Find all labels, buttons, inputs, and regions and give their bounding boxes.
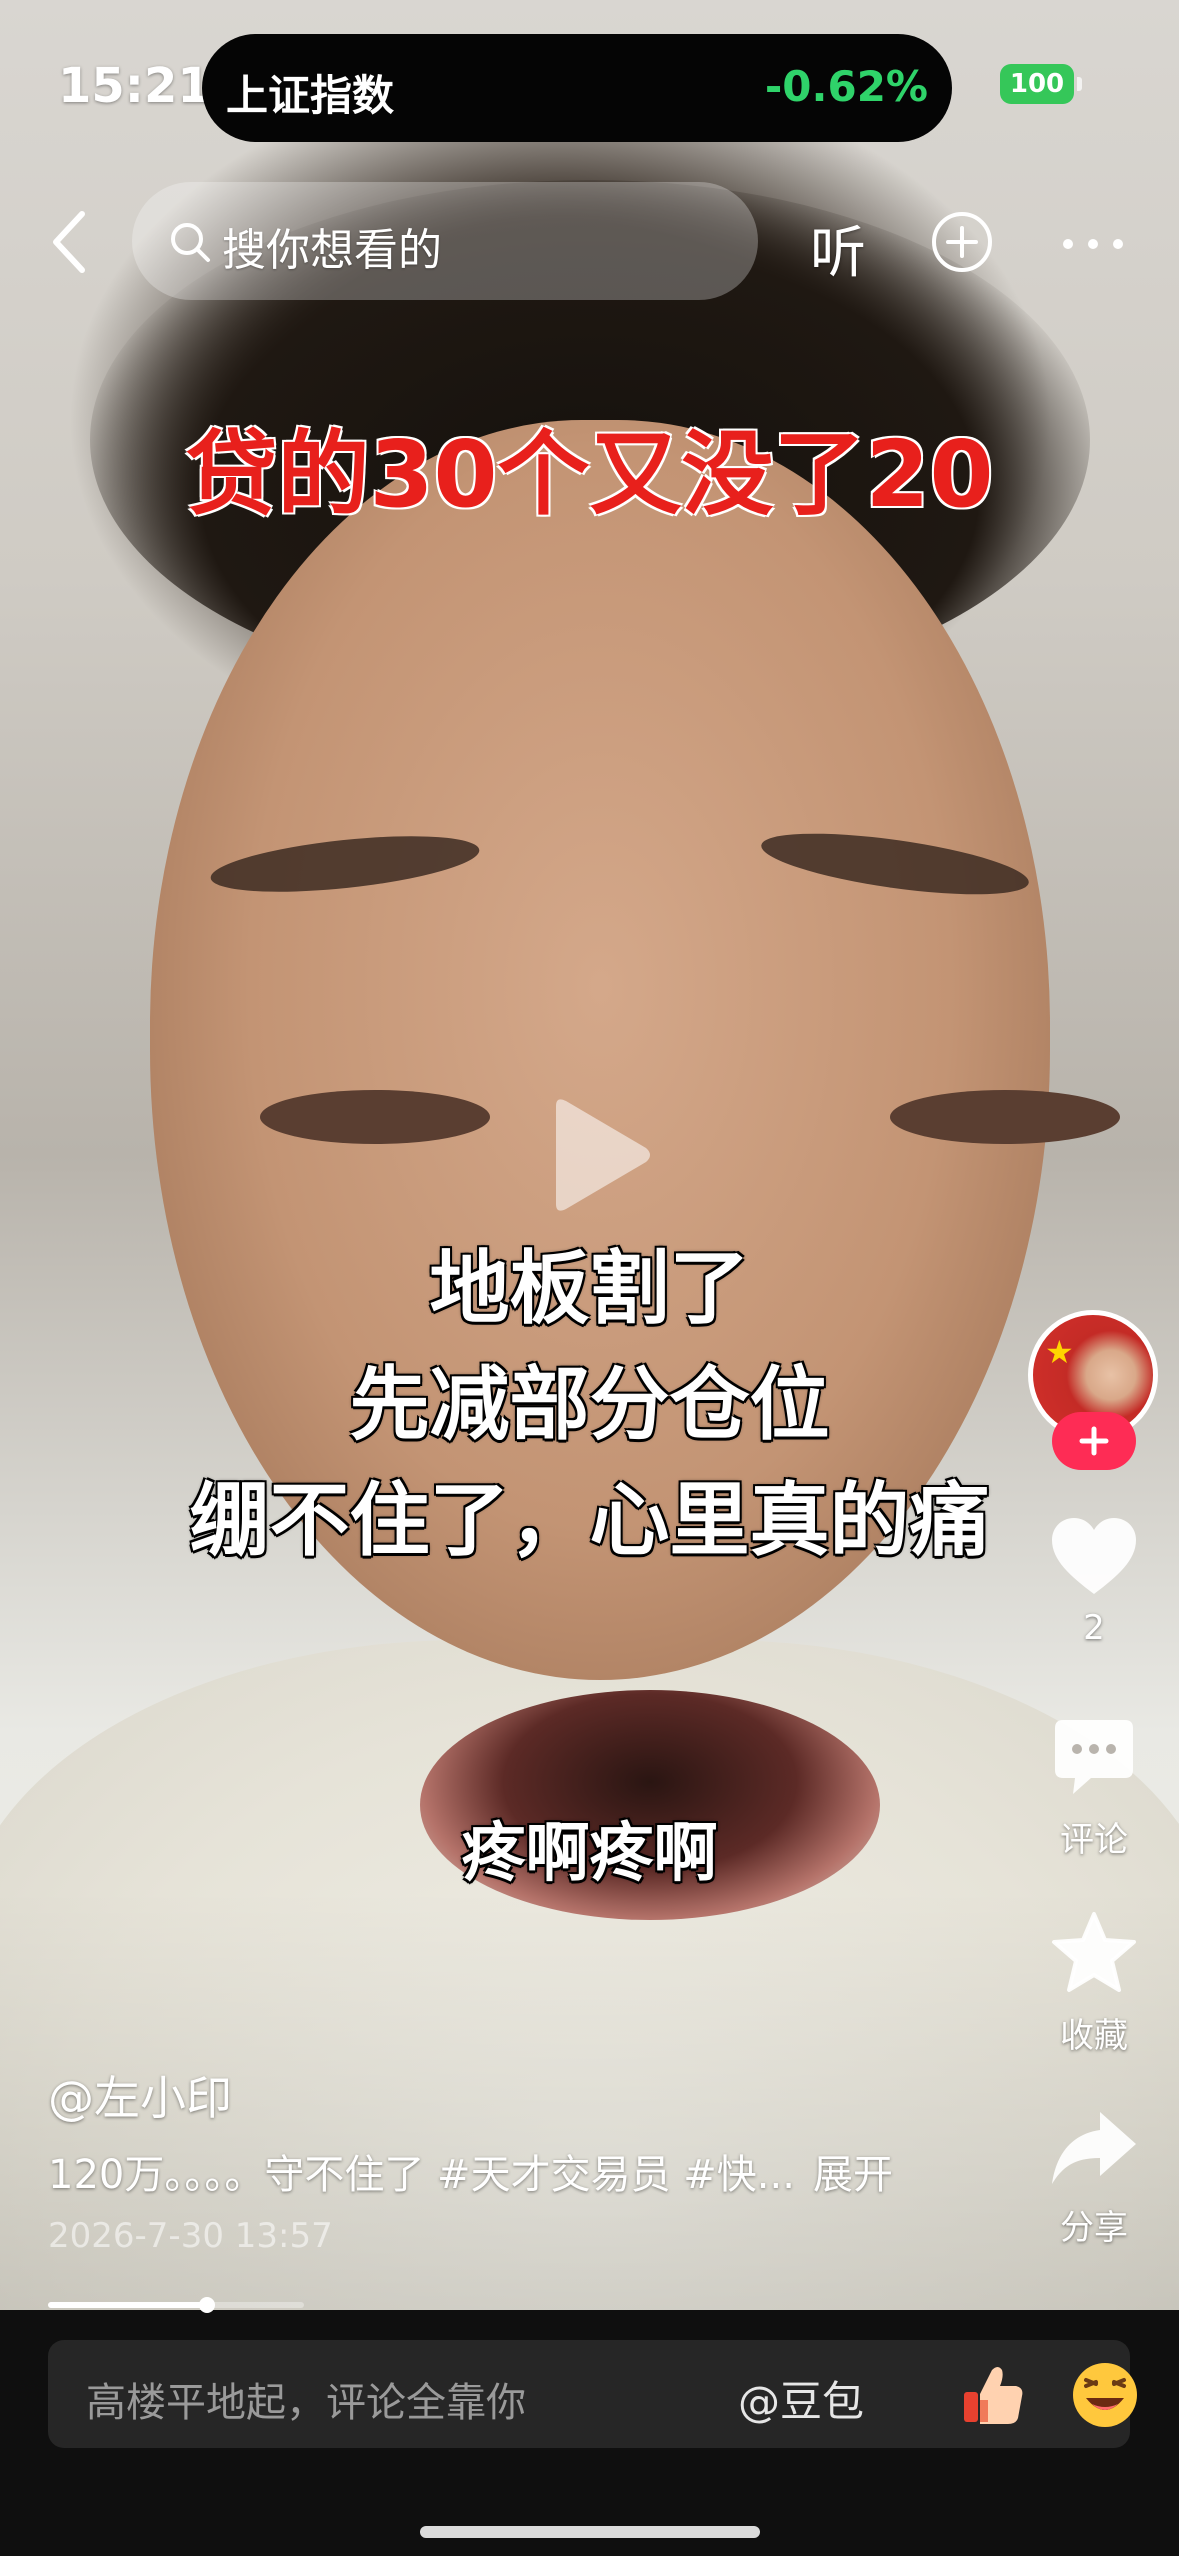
- video-eye-right: [890, 1090, 1120, 1144]
- index-change: -0.62%: [764, 62, 928, 111]
- share-arrow-icon: [1052, 2112, 1136, 2184]
- video-caption-1: 地板割了: [429, 1242, 750, 1335]
- flag-star-icon: ★: [1045, 1333, 1074, 1371]
- search-bar[interactable]: 搜你想看的: [132, 182, 758, 300]
- index-name: 上证指数: [226, 71, 395, 120]
- more-dots-icon[interactable]: [1062, 238, 1124, 250]
- search-placeholder: 搜你想看的: [222, 225, 442, 276]
- favorite-label: 收藏: [1060, 2016, 1128, 2056]
- like-count: 2: [1083, 1608, 1105, 1648]
- play-icon[interactable]: [548, 1096, 654, 1214]
- comment-input[interactable]: 高楼平地起，评论全靠你 @豆包: [48, 2340, 1137, 2448]
- comment-label: 评论: [1060, 1820, 1128, 1860]
- laughing-emoji-icon[interactable]: [1070, 2360, 1140, 2430]
- video-progress-bar[interactable]: [48, 2297, 304, 2313]
- comment-button[interactable]: 评论: [1030, 1716, 1158, 1861]
- author-name[interactable]: @左小印: [48, 2062, 232, 2128]
- battery-tip: [1077, 77, 1082, 91]
- heart-icon: [1052, 1518, 1136, 1594]
- share-label: 分享: [1060, 2208, 1128, 2248]
- progress-fill: [48, 2302, 207, 2308]
- thumbs-up-icon[interactable]: [958, 2360, 1028, 2430]
- plus-icon: [1079, 1426, 1109, 1456]
- progress-knob[interactable]: [198, 2297, 215, 2313]
- like-button[interactable]: 2: [1030, 1516, 1158, 1648]
- video-caption-2: 先减部分仓位: [349, 1358, 830, 1451]
- comment-icon: [1055, 1720, 1133, 1794]
- video-caption-4: 疼啊疼啊: [461, 1817, 718, 1891]
- description-text: 120万。。。。守不住了 #天才交易员 #快...: [48, 2152, 795, 2198]
- post-description: 120万。。。。守不住了 #天才交易员 #快... 展开: [48, 2142, 893, 2200]
- mention-button[interactable]: @豆包: [738, 2368, 864, 2429]
- comment-placeholder: 高楼平地起，评论全靠你: [86, 2380, 526, 2426]
- video-caption-3: 绷不住了，心里真的痛: [189, 1474, 990, 1567]
- live-activity-island[interactable]: 上证指数 -0.62%: [202, 34, 952, 142]
- plus-circle-icon[interactable]: [930, 210, 994, 274]
- chevron-left-icon: [53, 211, 85, 273]
- listen-button[interactable]: 听: [810, 208, 866, 289]
- follow-button[interactable]: [1052, 1412, 1136, 1470]
- star-icon: [1052, 1912, 1136, 1992]
- video-eye-left: [260, 1090, 490, 1144]
- status-time: 15:21: [58, 58, 211, 114]
- video-headline: 贷的30个又没了20: [185, 421, 994, 528]
- home-indicator: [420, 2526, 760, 2538]
- search-icon: [171, 223, 210, 262]
- back-button[interactable]: [42, 206, 98, 278]
- favorite-button[interactable]: 收藏: [1030, 1910, 1158, 2057]
- share-button[interactable]: 分享: [1030, 2108, 1158, 2249]
- battery-icon: 100: [1000, 64, 1074, 104]
- expand-button[interactable]: 展开: [813, 2152, 893, 2198]
- post-date: 2026-7-30 13:57: [48, 2216, 333, 2256]
